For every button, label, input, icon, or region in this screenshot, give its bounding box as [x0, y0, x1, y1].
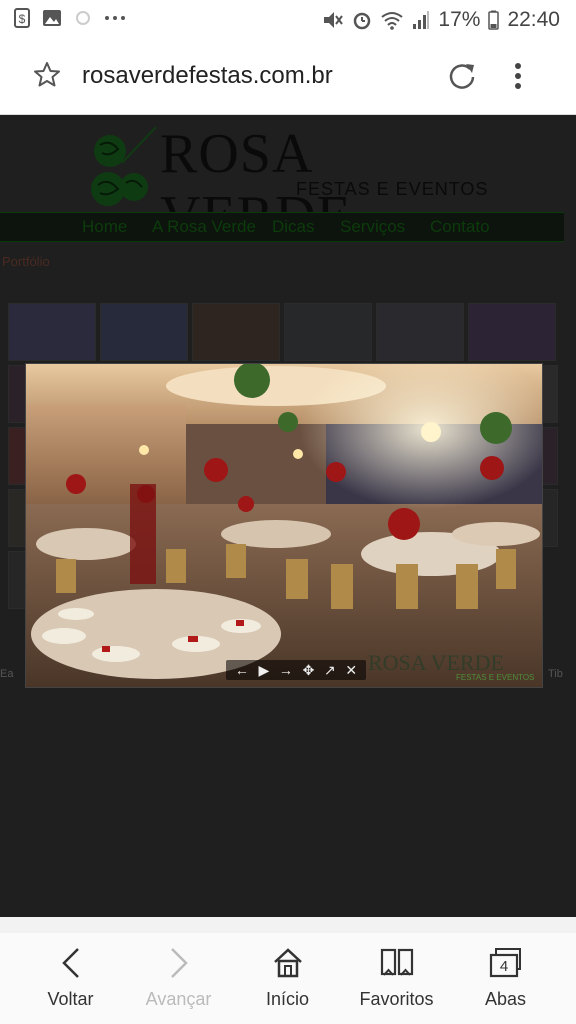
battery-icon [488, 10, 500, 30]
browser-bottom-nav: Voltar Avançar Início Favoritos 4 Abas [0, 933, 576, 1024]
portfolio-thumbnail[interactable] [100, 303, 188, 361]
breadcrumb: Portfólio [2, 254, 50, 269]
portfolio-thumbnail[interactable] [8, 427, 26, 485]
portfolio-thumbnail[interactable] [542, 427, 558, 485]
portfolio-thumbnail[interactable] [8, 551, 26, 609]
back-chevron-icon [61, 948, 79, 978]
close-icon[interactable]: ✕ [345, 660, 357, 680]
mute-icon [322, 10, 344, 30]
lightbox-watermark-sub: FESTAS E EVENTOS [456, 673, 535, 682]
portfolio-thumbnail[interactable] [8, 365, 26, 423]
nav-dicas[interactable]: Dicas [272, 217, 315, 237]
status-right-icons: 17% 22:40 [322, 8, 560, 32]
portfolio-thumbnail[interactable] [376, 303, 464, 361]
status-left-icons: $ [14, 8, 126, 28]
nav-home[interactable]: Home [82, 217, 127, 237]
tabs-button[interactable]: 4 Abas [448, 933, 563, 1024]
more-icon [104, 15, 126, 21]
logo-subtitle: FESTAS E EVENTOS [296, 179, 489, 199]
portfolio-thumbnail[interactable] [468, 303, 556, 361]
portfolio-thumbnail[interactable] [192, 303, 280, 361]
bookmarks-icon [380, 948, 413, 976]
bookmark-star-icon[interactable] [32, 60, 62, 90]
resize-icon[interactable]: ↗ [324, 660, 336, 680]
site-logo[interactable]: ROSA VERDE FESTAS E EVENTOS [86, 123, 496, 247]
forward-label: Avançar [145, 989, 212, 1009]
portfolio-thumbnail[interactable] [8, 303, 96, 361]
back-label: Voltar [47, 989, 94, 1009]
url-text[interactable]: rosaverdefestas.com.br [82, 62, 333, 90]
banquet-hall-photo [26, 364, 542, 687]
home-label: Início [265, 989, 310, 1009]
side-caption-right: Tib [548, 668, 563, 680]
tab-count: 4 [499, 958, 507, 975]
site-nav: Home A Rosa Verde Dicas Serviços Contato [0, 212, 564, 242]
tabs-icon: 4 [489, 948, 521, 978]
lightbox-image[interactable]: ROSA VERDE FESTAS E EVENTOS ← ▶ → ✥ ↗ ✕ [25, 363, 543, 688]
bookmarks-button[interactable]: Favoritos [339, 933, 454, 1024]
status-bar: $ 17% 22:40 [0, 0, 576, 40]
rose-logo-icon [91, 126, 157, 206]
forward-chevron-icon [170, 948, 188, 978]
nav-contato[interactable]: Contato [430, 217, 490, 237]
page-bottom-strip [0, 917, 576, 933]
nav-a-rosa-verde[interactable]: A Rosa Verde [152, 217, 256, 237]
play-icon[interactable]: ▶ [258, 660, 269, 680]
next-arrow-icon[interactable]: → [279, 660, 293, 680]
bookmarks-label: Favoritos [359, 989, 434, 1009]
portfolio-thumbnail[interactable] [284, 303, 372, 361]
clock: 22:40 [507, 8, 560, 31]
home-button[interactable]: Início [230, 933, 345, 1024]
portfolio-thumbnail[interactable] [542, 489, 558, 547]
battery-percent: 17% [438, 8, 481, 31]
reload-icon[interactable] [446, 60, 478, 92]
dollar-icon: $ [14, 8, 30, 28]
prev-arrow-icon[interactable]: ← [235, 660, 249, 680]
move-icon[interactable]: ✥ [303, 660, 315, 680]
nav-servicos[interactable]: Serviços [340, 217, 405, 237]
home-icon [273, 948, 302, 978]
side-caption-left: Ea [0, 668, 14, 680]
signal-icon [412, 10, 430, 30]
browser-menu-icon[interactable] [514, 62, 522, 90]
forward-button[interactable]: Avançar [121, 933, 236, 1024]
wifi-icon [380, 10, 404, 30]
browser-address-bar: rosaverdefestas.com.br [0, 40, 576, 115]
tabs-label: Abas [484, 989, 527, 1009]
portfolio-thumbnail[interactable] [542, 365, 558, 423]
back-button[interactable]: Voltar [13, 933, 128, 1024]
portfolio-thumbnail[interactable] [8, 489, 26, 547]
image-icon [42, 9, 62, 27]
lightbox-controls: ← ▶ → ✥ ↗ ✕ [226, 660, 366, 680]
sync-icon [74, 9, 92, 27]
web-page: ROSA VERDE FESTAS E EVENTOS Home A Rosa … [0, 115, 576, 920]
svg-text:$: $ [19, 12, 26, 26]
alarm-icon [352, 10, 372, 30]
